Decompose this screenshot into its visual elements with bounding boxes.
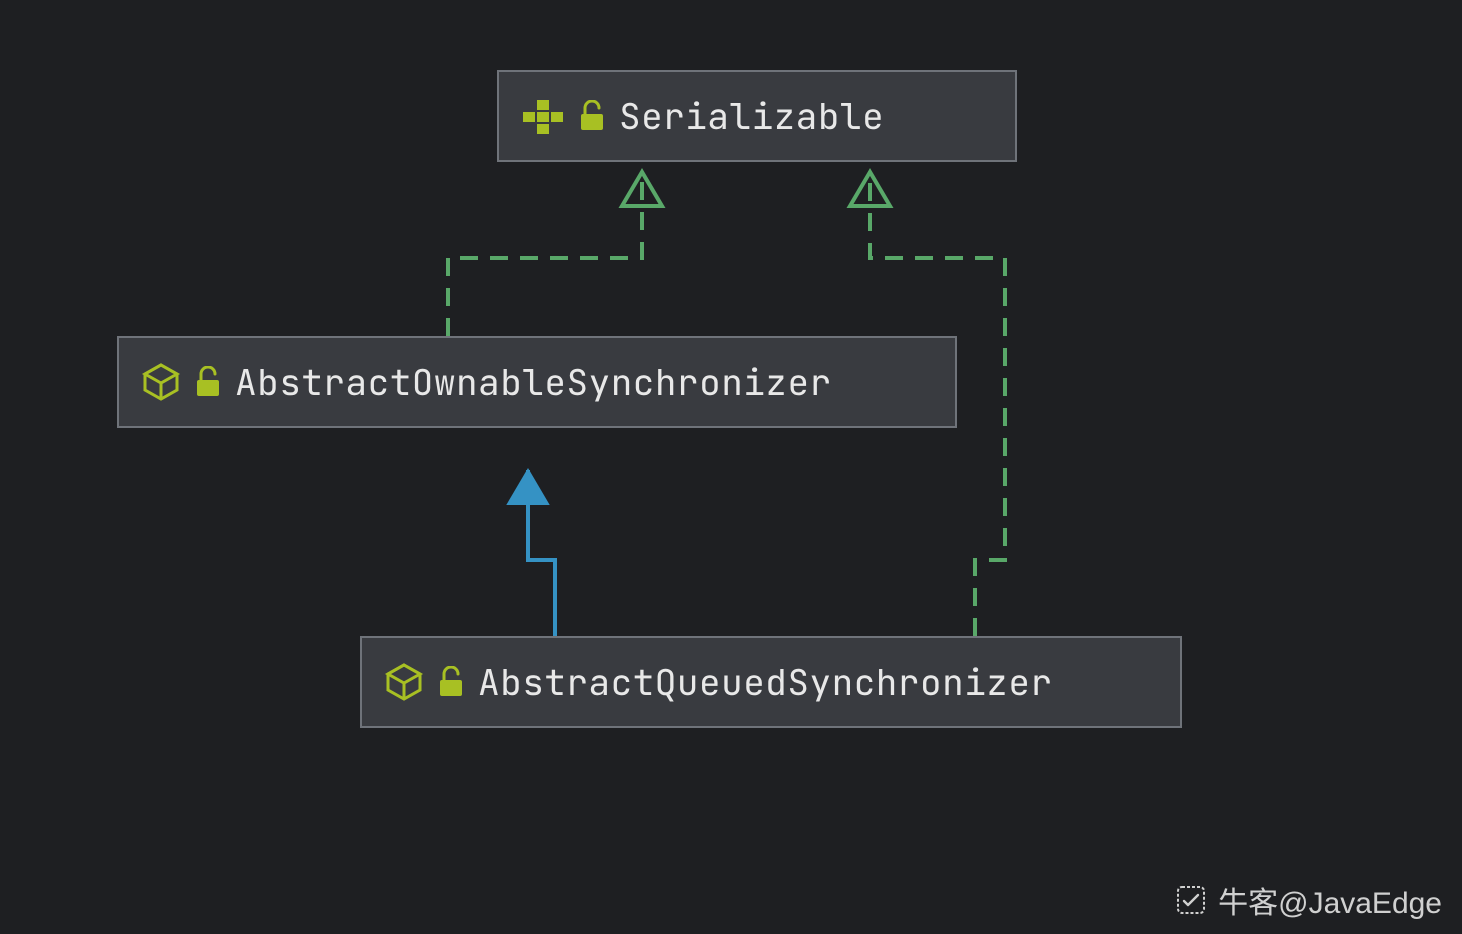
lock-open-icon bbox=[579, 100, 605, 132]
lock-open-icon bbox=[195, 366, 221, 398]
diagram-canvas: Serializable AbstractOwnableSynchronizer bbox=[0, 0, 1462, 934]
node-abstract-ownable-synchronizer[interactable]: AbstractOwnableSynchronizer bbox=[117, 336, 957, 428]
interface-icon bbox=[521, 98, 565, 134]
node-label: Serializable bbox=[619, 92, 884, 140]
abstract-class-icon bbox=[141, 362, 181, 402]
edge-aos-to-serializable bbox=[448, 172, 642, 336]
abstract-class-icon bbox=[384, 662, 424, 702]
node-label: AbstractQueuedSynchronizer bbox=[478, 658, 1053, 706]
node-serializable[interactable]: Serializable bbox=[497, 70, 1017, 162]
lock-open-icon bbox=[438, 666, 464, 698]
node-label: AbstractOwnableSynchronizer bbox=[235, 358, 832, 406]
node-abstract-queued-synchronizer[interactable]: AbstractQueuedSynchronizer bbox=[360, 636, 1182, 728]
edge-aqs-to-aos bbox=[528, 470, 555, 636]
watermark-icon bbox=[1174, 883, 1208, 917]
watermark-text: 牛客@JavaEdge bbox=[1218, 878, 1442, 922]
watermark: 牛客@JavaEdge bbox=[1174, 878, 1442, 922]
